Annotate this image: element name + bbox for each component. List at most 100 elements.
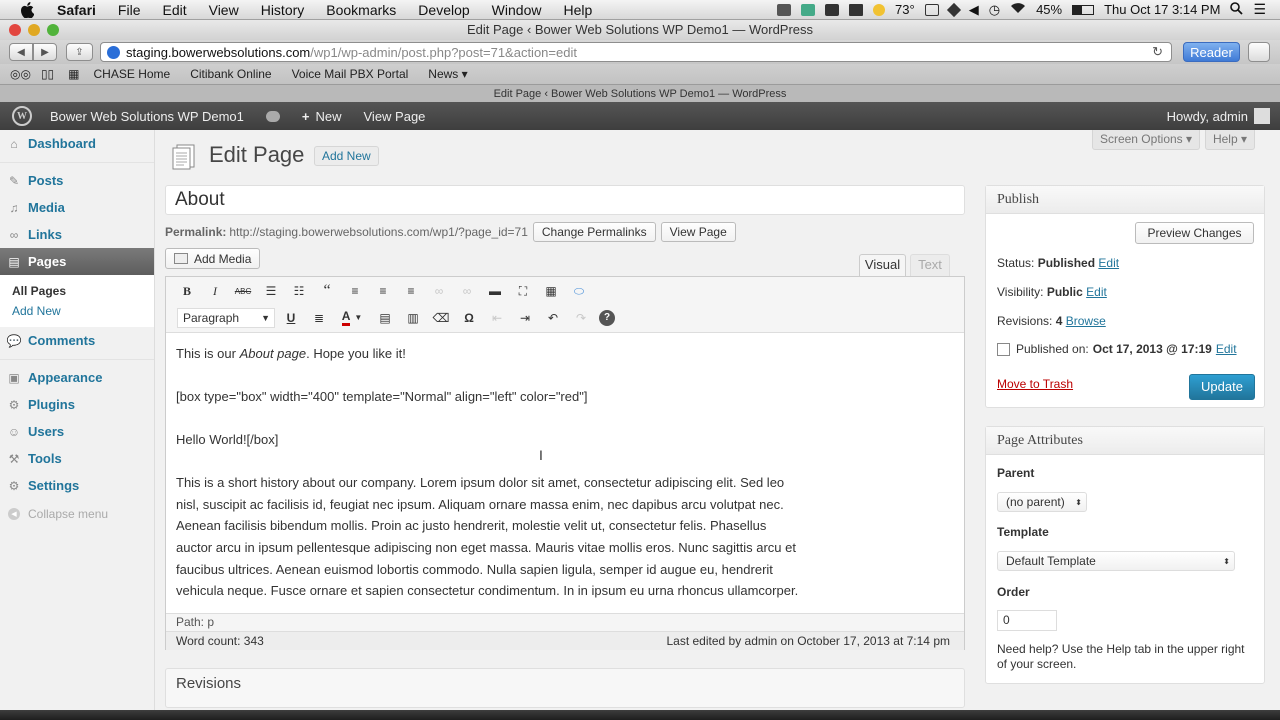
- align-center-icon[interactable]: ≡: [373, 281, 393, 301]
- sidebar-item-pages[interactable]: ▤ Pages: [0, 248, 154, 275]
- update-button[interactable]: Update: [1189, 374, 1255, 400]
- edit-status-link[interactable]: Edit: [1098, 256, 1119, 270]
- menu-help[interactable]: Help: [552, 0, 603, 20]
- kitchen-sink-icon[interactable]: ▦: [541, 281, 561, 301]
- help-icon[interactable]: ?: [599, 309, 615, 326]
- publish-box-title[interactable]: Publish: [986, 186, 1264, 214]
- sidebar-item-dashboard[interactable]: ⌂ Dashboard: [0, 130, 154, 157]
- move-to-trash-link[interactable]: Move to Trash: [997, 377, 1073, 391]
- bold-icon[interactable]: B: [177, 281, 197, 301]
- insert-link-icon[interactable]: ∞: [429, 281, 449, 301]
- clear-formatting-icon[interactable]: ⌫: [431, 308, 451, 328]
- shortcode-icon[interactable]: ⬭: [569, 281, 589, 301]
- collapse-menu-button[interactable]: ◀ Collapse menu: [0, 507, 154, 521]
- text-color-icon[interactable]: A ▼: [337, 308, 367, 328]
- notification-center-icon[interactable]: ☰: [1253, 1, 1266, 18]
- battery-percent[interactable]: 45%: [1036, 2, 1062, 17]
- menu-window[interactable]: Window: [481, 0, 553, 20]
- edit-date-link[interactable]: Edit: [1216, 342, 1237, 356]
- new-content-link[interactable]: + New: [302, 109, 342, 124]
- paste-from-word-icon[interactable]: ▥: [403, 308, 423, 328]
- forward-button[interactable]: ▶: [33, 43, 57, 61]
- undo-icon[interactable]: ↶: [543, 308, 563, 328]
- menu-edit[interactable]: Edit: [151, 0, 197, 20]
- underline-icon[interactable]: U: [281, 308, 301, 328]
- parent-select[interactable]: (no parent) ⬍: [997, 492, 1087, 512]
- calendar-icon[interactable]: [924, 3, 939, 16]
- numbered-list-icon[interactable]: ☷: [289, 281, 309, 301]
- address-bar[interactable]: staging.bowerwebsolutions.com /wp1/wp-ad…: [100, 42, 1172, 62]
- downloads-button[interactable]: [1248, 42, 1270, 62]
- monitor-icon[interactable]: [849, 3, 864, 16]
- tools-status-icon[interactable]: [801, 3, 816, 16]
- screen-options-tab[interactable]: Screen Options ▾: [1092, 130, 1200, 150]
- insert-more-icon[interactable]: ▬: [485, 281, 505, 301]
- bookmarks-icon[interactable]: ▯▯: [41, 67, 54, 81]
- reload-icon[interactable]: ↻: [1152, 44, 1163, 60]
- browse-revisions-link[interactable]: Browse: [1066, 314, 1106, 328]
- add-media-button[interactable]: Add Media: [165, 248, 261, 269]
- outdent-icon[interactable]: ⇤: [487, 308, 507, 328]
- bookmark-news[interactable]: News ▾: [428, 67, 467, 81]
- sidebar-item-comments[interactable]: 💬 Comments: [0, 327, 154, 354]
- view-page-button[interactable]: View Page: [660, 222, 736, 242]
- wifi-icon[interactable]: [1010, 2, 1026, 17]
- indent-icon[interactable]: ⇥: [515, 308, 535, 328]
- special-character-icon[interactable]: Ω: [459, 308, 479, 328]
- edit-visibility-link[interactable]: Edit: [1086, 285, 1107, 299]
- bookmark-citibank[interactable]: Citibank Online: [190, 67, 271, 81]
- briefcase-icon[interactable]: [825, 3, 840, 16]
- post-title-input[interactable]: About: [165, 185, 965, 215]
- sidebar-item-links[interactable]: ∞ Links: [0, 221, 154, 248]
- zoom-window-button[interactable]: [47, 24, 59, 36]
- spotlight-search-icon[interactable]: [1230, 1, 1244, 18]
- fullscreen-icon[interactable]: ⛶: [513, 281, 533, 301]
- time-machine-icon[interactable]: ◷: [989, 2, 1000, 18]
- menu-file[interactable]: File: [107, 0, 152, 20]
- template-select[interactable]: Default Template ⬍: [997, 551, 1235, 571]
- preview-changes-button[interactable]: Preview Changes: [1135, 222, 1254, 244]
- top-sites-icon[interactable]: ▦: [68, 67, 79, 81]
- sidebar-item-tools[interactable]: ⚒ Tools: [0, 445, 154, 472]
- close-window-button[interactable]: [9, 24, 21, 36]
- italic-icon[interactable]: I: [205, 281, 225, 301]
- sidebar-item-users[interactable]: ☺ Users: [0, 418, 154, 445]
- bullet-list-icon[interactable]: ☰: [261, 281, 281, 301]
- editor-content-area[interactable]: This is our About page. Hope you like it…: [176, 343, 806, 613]
- share-button[interactable]: ⇪: [66, 43, 93, 61]
- revisions-box[interactable]: Revisions: [165, 668, 965, 708]
- page-attributes-title[interactable]: Page Attributes: [986, 427, 1264, 455]
- tab-title[interactable]: Edit Page ‹ Bower Web Solutions WP Demo1…: [494, 88, 787, 100]
- comments-bubble-icon[interactable]: [265, 110, 280, 122]
- minimize-window-button[interactable]: [28, 24, 40, 36]
- menubar-extra-icon[interactable]: [777, 3, 792, 16]
- tab-visual[interactable]: Visual: [859, 254, 906, 276]
- menu-app-name[interactable]: Safari: [46, 0, 107, 20]
- paste-as-text-icon[interactable]: ▤: [375, 308, 395, 328]
- unlink-icon[interactable]: ∞: [457, 281, 477, 301]
- submenu-add-new[interactable]: Add New: [12, 301, 154, 321]
- align-right-icon[interactable]: ≡: [401, 281, 421, 301]
- bookmark-voicemail[interactable]: Voice Mail PBX Portal: [292, 67, 409, 81]
- menu-view[interactable]: View: [198, 0, 250, 20]
- weather-sun-icon[interactable]: [873, 3, 886, 16]
- strikethrough-icon[interactable]: ABC: [233, 281, 253, 301]
- sidebar-item-media[interactable]: ♫ Media: [0, 194, 154, 221]
- view-page-link[interactable]: View Page: [364, 109, 426, 124]
- avatar[interactable]: [1254, 108, 1270, 124]
- wordpress-logo-icon[interactable]: W: [12, 106, 32, 126]
- format-select[interactable]: Paragraph ▼: [177, 307, 275, 328]
- bookmark-chase[interactable]: CHASE Home: [94, 67, 171, 81]
- tab-text[interactable]: Text: [910, 254, 950, 276]
- sidebar-item-posts[interactable]: ✎ Posts: [0, 167, 154, 194]
- sidebar-item-appearance[interactable]: ▣ Appearance: [0, 364, 154, 391]
- battery-icon[interactable]: [1072, 4, 1095, 15]
- redo-icon[interactable]: ↷: [571, 308, 591, 328]
- change-permalinks-button[interactable]: Change Permalinks: [532, 222, 656, 242]
- back-button[interactable]: ◀: [9, 43, 33, 61]
- menu-develop[interactable]: Develop: [407, 0, 480, 20]
- reader-button[interactable]: Reader: [1183, 42, 1240, 62]
- blockquote-icon[interactable]: “: [317, 281, 337, 301]
- clock[interactable]: Thu Oct 17 3:14 PM: [1104, 2, 1220, 17]
- reading-list-icon[interactable]: ◎◎: [10, 67, 31, 81]
